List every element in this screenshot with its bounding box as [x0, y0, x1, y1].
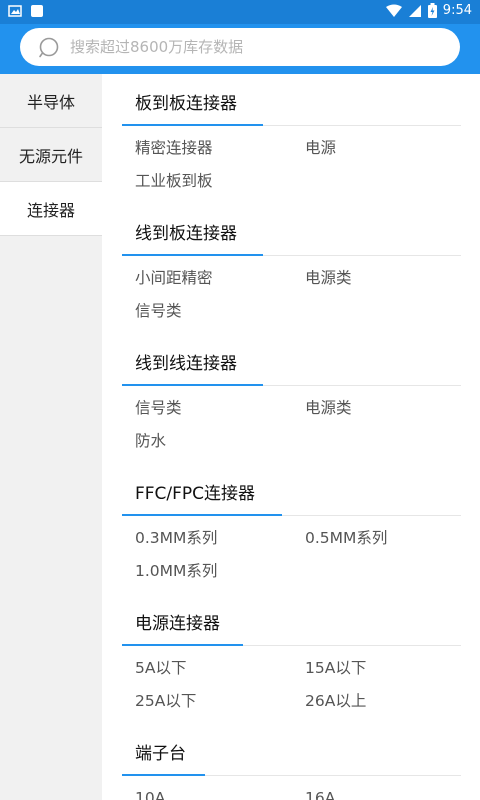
section-wire-to-wire: 线到线连接器 信号类 电源类 防水: [102, 334, 480, 464]
subcategory-item[interactable]: 10A: [135, 784, 305, 800]
subcategory-item[interactable]: 电源类: [305, 394, 475, 427]
section-items: 5A以下 15A以下 25A以下 26A以上: [102, 646, 480, 724]
status-time: 9:54: [442, 3, 472, 18]
subcategory-item[interactable]: 26A以上: [305, 687, 475, 720]
section-header: 板到板连接器: [102, 74, 480, 126]
section-title: 板到板连接器: [135, 94, 237, 114]
subcategory-item[interactable]: 1.0MM系列: [135, 557, 305, 590]
battery-icon: [427, 3, 437, 18]
section-header: 电源连接器: [102, 594, 480, 646]
section-title: 线到板连接器: [135, 224, 237, 244]
section-board-to-board: 板到板连接器 精密连接器 电源 工业板到板: [102, 74, 480, 204]
sidebar-item-label: 半导体: [26, 92, 75, 112]
section-wire-to-board: 线到板连接器 小间距精密 电源类 信号类: [102, 204, 480, 334]
section-header: 线到板连接器: [102, 204, 480, 256]
subcategory-item[interactable]: 0.3MM系列: [135, 524, 305, 557]
section-items: 0.3MM系列 0.5MM系列 1.0MM系列: [102, 516, 480, 594]
subcategory-item[interactable]: 电源类: [305, 264, 475, 297]
section-title-underline: [122, 384, 263, 386]
sidebar-item-semiconductor[interactable]: 半导体: [0, 74, 102, 128]
sidebar-item-passive-components[interactable]: 无源元件: [0, 128, 102, 182]
subcategory-item[interactable]: 信号类: [135, 297, 305, 330]
subcategory-item[interactable]: 电源: [305, 134, 475, 167]
section-power-connectors: 电源连接器 5A以下 15A以下 25A以下 26A以上: [102, 594, 480, 724]
search-box[interactable]: [20, 28, 460, 66]
subcategory-item[interactable]: 0.5MM系列: [305, 524, 475, 557]
section-header: 线到线连接器: [102, 334, 480, 386]
subcategory-content: 板到板连接器 精密连接器 电源 工业板到板 线到板连接器 小间距精密 电源类 信…: [102, 74, 480, 800]
subcategory-item[interactable]: 25A以下: [135, 687, 305, 720]
subcategory-item[interactable]: 工业板到板: [135, 167, 305, 200]
section-title: 线到线连接器: [135, 354, 237, 374]
sidebar-item-connectors[interactable]: 连接器: [0, 182, 102, 236]
section-title-underline: [122, 774, 205, 776]
gallery-notification-icon: [8, 5, 22, 17]
section-items: 信号类 电源类 防水: [102, 386, 480, 464]
subcategory-item[interactable]: 防水: [135, 427, 305, 460]
section-items: 小间距精密 电源类 信号类: [102, 256, 480, 334]
section-title: 端子台: [135, 744, 186, 764]
wifi-icon: [385, 4, 402, 17]
section-title: 电源连接器: [135, 614, 220, 634]
sidebar-item-label: 连接器: [26, 200, 75, 220]
subcategory-item[interactable]: 5A以下: [135, 654, 305, 687]
section-header: 端子台: [102, 724, 480, 776]
section-items: 精密连接器 电源 工业板到板: [102, 126, 480, 204]
subcategory-item[interactable]: 信号类: [135, 394, 305, 427]
search-icon: [39, 37, 59, 58]
section-title-underline: [122, 124, 263, 126]
subcategory-item[interactable]: 15A以下: [305, 654, 475, 687]
subcategory-item[interactable]: 小间距精密: [135, 264, 305, 297]
section-ffc-fpc: FFC/FPC连接器 0.3MM系列 0.5MM系列 1.0MM系列: [102, 464, 480, 594]
section-title-underline: [122, 514, 282, 516]
section-items: 10A 16A: [102, 776, 480, 800]
category-sidebar: 半导体 无源元件 连接器: [0, 74, 102, 800]
section-title-underline: [122, 644, 243, 646]
search-header: [0, 24, 480, 74]
section-header: FFC/FPC连接器: [102, 464, 480, 516]
section-title-underline: [122, 254, 263, 256]
subcategory-item[interactable]: 16A: [305, 784, 475, 800]
sidebar-item-label: 无源元件: [18, 146, 83, 166]
subcategory-item[interactable]: 精密连接器: [135, 134, 305, 167]
cell-signal-icon: [408, 4, 421, 17]
app-notification-icon: [31, 5, 43, 17]
search-input[interactable]: [70, 28, 450, 66]
status-bar: 9:54: [0, 0, 480, 24]
section-terminal-blocks: 端子台 10A 16A: [102, 724, 480, 800]
section-title: FFC/FPC连接器: [135, 484, 256, 504]
